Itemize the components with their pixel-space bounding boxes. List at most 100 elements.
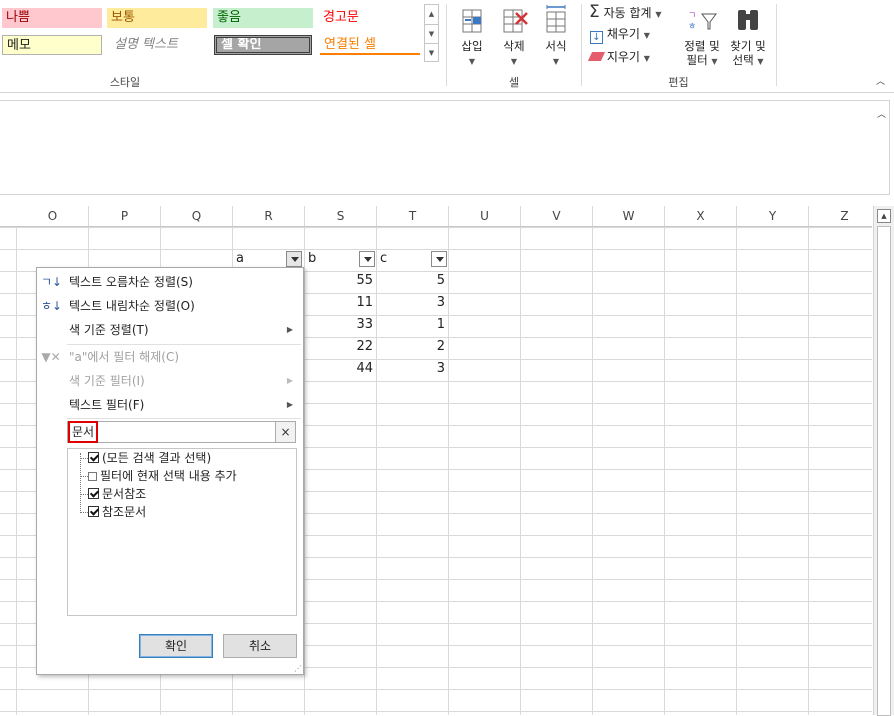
find-select-label-1: 찾기 및 xyxy=(730,39,766,53)
resize-grip-icon[interactable]: ⋰ xyxy=(294,664,302,673)
style-check-cell[interactable]: 셀 확인 xyxy=(214,35,312,55)
menu-sort-descending[interactable]: ㅎ↓ 텍스트 내림차순 정렬(O) xyxy=(37,294,303,318)
autosum-icon: Σ xyxy=(589,2,600,22)
format-cells-icon xyxy=(546,5,566,33)
editing-group-label: 편집 xyxy=(668,76,689,89)
delete-label: 삭제 xyxy=(503,39,525,53)
tree-line xyxy=(80,494,88,495)
svg-text:ㅎ: ㅎ xyxy=(688,22,696,32)
column-header-X[interactable]: X xyxy=(665,206,737,226)
grid-line xyxy=(592,227,593,715)
fill-button[interactable]: ↓ 채우기 ▼ xyxy=(590,25,650,44)
column-header-O[interactable]: O xyxy=(17,206,89,226)
grid-line xyxy=(0,711,872,712)
sort-desc-label: 텍스트 내림차순 정렬(O) xyxy=(69,299,195,313)
find-select-button[interactable]: 찾기 및 선택 ▼ xyxy=(725,4,771,69)
insert-button[interactable]: 삽입 ▼ xyxy=(452,4,492,67)
checkbox[interactable] xyxy=(88,506,99,517)
scroll-up-icon[interactable]: ▲ xyxy=(877,209,891,223)
gallery-more-icon[interactable]: ▼ xyxy=(425,43,438,61)
grid-line xyxy=(808,227,809,715)
menu-sort-by-color[interactable]: 색 기준 정렬(T) ▶ xyxy=(37,318,303,342)
sort-filter-label-1: 정렬 및 xyxy=(684,39,720,53)
search-value[interactable]: 문서 xyxy=(67,421,99,443)
table-cell[interactable]: 1 xyxy=(377,314,449,335)
ok-button[interactable]: 확인 xyxy=(139,634,213,658)
format-button[interactable]: 서식 ▼ xyxy=(536,4,576,67)
style-bad[interactable]: 나쁨 xyxy=(2,8,102,28)
style-neutral[interactable]: 보통 xyxy=(107,8,207,28)
column-header-V[interactable]: V xyxy=(521,206,593,226)
column-header-P[interactable]: P xyxy=(89,206,161,226)
ribbon: 나쁨 보통 좋음 경고문 메모 설명 텍스트 셀 확인 연결된 셀 ▲ ▼ ▼ … xyxy=(0,0,894,93)
column-header-Z[interactable]: Z xyxy=(809,206,881,226)
filter-button-c[interactable] xyxy=(431,251,447,267)
sort-filter-label-2: 필터 ▼ xyxy=(686,53,718,67)
fill-icon: ↓ xyxy=(590,31,603,44)
table-cell[interactable]: 33 xyxy=(305,314,377,335)
table-cell[interactable]: 55 xyxy=(305,270,377,291)
checkbox[interactable] xyxy=(88,488,99,499)
column-header-W[interactable]: W xyxy=(593,206,665,226)
table-cell[interactable]: 44 xyxy=(305,358,377,379)
filter-button-a[interactable] xyxy=(286,251,302,267)
menu-sort-ascending[interactable]: ㄱ↓ 텍스트 오름차순 정렬(S) xyxy=(37,270,303,294)
ribbon-separator xyxy=(776,4,777,86)
style-explanatory[interactable]: 설명 텍스트 xyxy=(110,35,210,55)
list-item-select-all[interactable]: (모든 검색 결과 선택) xyxy=(88,449,211,467)
delete-button[interactable]: 삭제 ▼ xyxy=(494,4,534,67)
column-header-Q[interactable]: Q xyxy=(161,206,233,226)
fill-label: 채우기 xyxy=(606,27,640,41)
style-note[interactable]: 메모 xyxy=(2,35,102,55)
filter-button-b[interactable] xyxy=(359,251,375,267)
tree-line xyxy=(80,458,88,459)
list-item[interactable]: 참조문서 xyxy=(88,503,146,521)
list-item-label: (모든 검색 결과 선택) xyxy=(102,451,212,465)
column-header-R[interactable]: R xyxy=(233,206,305,226)
autosum-button[interactable]: Σ 자동 합계 ▼ xyxy=(589,2,662,22)
gallery-down-icon[interactable]: ▼ xyxy=(425,24,438,42)
format-label: 서식 xyxy=(545,39,567,53)
menu-text-filters[interactable]: 텍스트 필터(F) ▶ xyxy=(37,393,303,417)
style-warning[interactable]: 경고문 xyxy=(319,8,419,28)
search-clear-icon[interactable]: × xyxy=(275,422,295,442)
gallery-up-icon[interactable]: ▲ xyxy=(425,5,438,23)
formula-bar-collapse-icon[interactable]: ︿ xyxy=(877,107,886,120)
checkbox[interactable] xyxy=(88,452,99,463)
menu-clear-filter: ▼✕ "a"에서 필터 해제(C) xyxy=(37,345,303,369)
column-header-S[interactable]: S xyxy=(305,206,377,226)
list-item-add-to-filter[interactable]: 필터에 현재 선택 내용 추가 xyxy=(88,467,237,485)
list-item-label: 필터에 현재 선택 내용 추가 xyxy=(100,469,237,483)
vertical-scrollbar[interactable]: ▲ xyxy=(873,206,894,716)
eraser-icon xyxy=(587,52,606,61)
style-good[interactable]: 좋음 xyxy=(213,8,313,28)
column-header-Y[interactable]: Y xyxy=(737,206,809,226)
scroll-thumb[interactable] xyxy=(877,226,891,716)
cancel-button[interactable]: 취소 xyxy=(223,634,297,658)
table-cell[interactable]: 22 xyxy=(305,336,377,357)
table-cell[interactable]: 2 xyxy=(377,336,449,357)
list-item[interactable]: 문서참조 xyxy=(88,485,146,503)
formula-bar-expanded[interactable]: ︿ xyxy=(0,100,890,195)
list-item-label: 문서참조 xyxy=(102,487,147,501)
checkbox[interactable] xyxy=(88,472,97,481)
sort-desc-icon: ㅎ↓ xyxy=(41,299,63,313)
collapse-ribbon-icon[interactable]: ︿ xyxy=(876,74,885,87)
table-cell[interactable]: 5 xyxy=(377,270,449,291)
insert-cells-icon xyxy=(462,9,482,33)
table-cell[interactable]: 3 xyxy=(377,358,449,379)
filter-search-input[interactable]: 문서 × xyxy=(67,421,296,443)
insert-label: 삽입 xyxy=(461,39,483,53)
column-header-T[interactable]: T xyxy=(377,206,449,226)
table-cell[interactable]: 3 xyxy=(377,292,449,313)
column-header-U[interactable]: U xyxy=(449,206,521,226)
table-cell[interactable]: 11 xyxy=(305,292,377,313)
filter-by-color-label: 색 기준 필터(I) xyxy=(69,374,145,388)
filter-value-list: (모든 검색 결과 선택) 필터에 현재 선택 내용 추가 문서참조 참조문서 xyxy=(67,448,297,616)
style-linked-cell[interactable]: 연결된 셀 xyxy=(320,35,420,55)
list-item-label: 참조문서 xyxy=(102,505,147,519)
insert-dropdown-icon: ▼ xyxy=(468,57,476,66)
sort-filter-button[interactable]: ㄱㅎ 정렬 및 필터 ▼ xyxy=(678,4,726,69)
clear-button[interactable]: 지우기 ▼ xyxy=(587,48,650,65)
gallery-scroller[interactable]: ▲ ▼ ▼ xyxy=(424,4,439,62)
